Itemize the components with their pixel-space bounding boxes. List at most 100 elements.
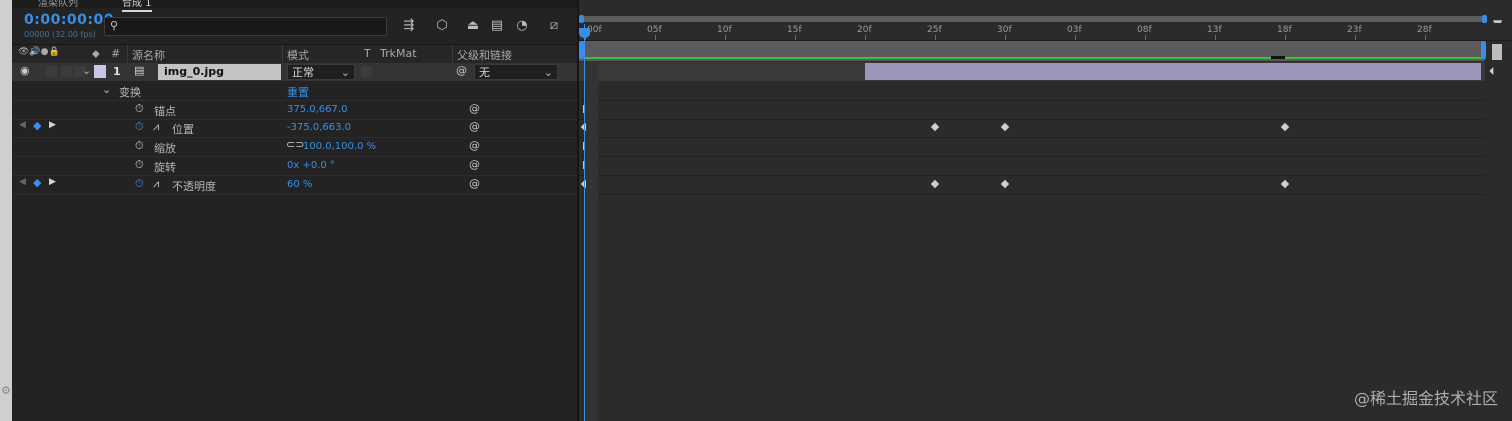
- pick-whip-icon[interactable]: @: [469, 120, 480, 133]
- tab-composition[interactable]: 合成 1: [122, 0, 152, 12]
- stopwatch-icon[interactable]: ⏱: [135, 177, 144, 191]
- transform-reset-link[interactable]: 重置: [287, 84, 309, 100]
- pick-whip-icon[interactable]: @: [456, 64, 467, 77]
- work-area-start-handle[interactable]: [579, 15, 584, 23]
- pick-whip-icon[interactable]: @: [469, 102, 480, 115]
- timeline-row-position: [579, 119, 1485, 138]
- property-name: 缩放: [154, 142, 176, 155]
- column-trkmat[interactable]: TrkMat: [380, 47, 417, 60]
- blend-mode-select[interactable]: 正常 ⌄: [287, 64, 355, 80]
- keyframe[interactable]: [1000, 179, 1010, 189]
- keyframe[interactable]: [930, 179, 940, 189]
- property-value[interactable]: 375.0,667.0: [287, 104, 347, 115]
- prev-keyframe-icon[interactable]: ◀: [19, 120, 26, 130]
- navigator-end-handle[interactable]: [1481, 41, 1486, 59]
- column-parent[interactable]: 父级和链接: [457, 47, 512, 63]
- transform-label: 变换: [119, 86, 141, 99]
- property-value[interactable]: -375.0,663.0: [287, 122, 351, 133]
- pick-whip-icon[interactable]: @: [469, 158, 480, 171]
- tab-bar: 渲染队列 合成 1: [12, 0, 577, 12]
- add-keyframe-icon[interactable]: ◆: [33, 176, 41, 189]
- stopwatch-icon[interactable]: ⏱: [135, 139, 144, 153]
- timeline-row-anchor: I: [579, 101, 1485, 120]
- layer-name[interactable]: img_0.jpg: [158, 64, 281, 80]
- layer-row[interactable]: ◉ ⌄ 1 ▤ img_0.jpg 正常 ⌄ @ 无 ⌄: [12, 63, 577, 81]
- prev-keyframe-icon[interactable]: ◀: [19, 177, 26, 187]
- layer-duration-bar[interactable]: [865, 63, 1481, 80]
- label-icon: ⬥: [92, 47, 100, 60]
- graph-icon[interactable]: ⩘: [153, 177, 159, 191]
- label-color-swatch[interactable]: [94, 65, 106, 78]
- work-area-track[interactable]: [582, 16, 1485, 22]
- keyframe[interactable]: [1280, 122, 1290, 132]
- current-time-display[interactable]: 0:00:00:00: [24, 12, 114, 28]
- column-t: T: [364, 47, 371, 60]
- chevron-down-icon: ⌄: [340, 66, 350, 79]
- ruler-tick-label: 20f: [857, 25, 872, 35]
- ruler-tick-mark: [1425, 35, 1426, 40]
- property-value[interactable]: 60 %: [287, 179, 312, 190]
- frame-blending-icon[interactable]: ▤: [486, 17, 508, 35]
- shy-layers-icon[interactable]: ⏏: [462, 17, 484, 35]
- expand-chevron-icon[interactable]: ⌄: [102, 83, 111, 96]
- render-cache-bar: [584, 57, 1483, 59]
- stopwatch-icon[interactable]: ⏱: [135, 120, 144, 134]
- window-left-edge: ⚙: [0, 0, 12, 421]
- layer-panel: 渲染队列 合成 1 0:00:00:00 00000 (32.00 fps) ⚲…: [12, 0, 577, 421]
- ruler-tick-label: 03f: [1067, 25, 1082, 35]
- timeline-row-transform: [579, 82, 1485, 101]
- ruler-tick-mark: [795, 35, 796, 40]
- property-value[interactable]: 100.0,100.0 %: [303, 141, 376, 152]
- add-keyframe-icon[interactable]: ◆: [33, 119, 41, 132]
- keyframe[interactable]: [930, 122, 940, 132]
- column-mode[interactable]: 模式: [287, 47, 309, 63]
- next-keyframe-icon[interactable]: ▶: [49, 177, 56, 187]
- search-input[interactable]: ⚲: [104, 17, 387, 36]
- zoom-slider-handle[interactable]: [1492, 44, 1502, 60]
- graph-icon[interactable]: ⩘: [153, 120, 159, 134]
- av-features-header: 👁🔊●🔒: [18, 47, 60, 57]
- property-name: 锚点: [154, 105, 176, 118]
- tab-render-queue[interactable]: 渲染队列: [38, 0, 78, 9]
- work-area-bar[interactable]: [579, 13, 1487, 23]
- motion-blur-icon[interactable]: ◔: [511, 17, 533, 35]
- property-row-anchor: ⏱ 锚点 375.0,667.0 @: [12, 101, 577, 120]
- stopwatch-icon[interactable]: ⏱: [135, 102, 144, 116]
- trkmat-toggle[interactable]: [361, 66, 372, 77]
- pick-whip-icon[interactable]: @: [469, 177, 480, 190]
- work-area-end-handle[interactable]: [1482, 15, 1487, 23]
- solo-toggle[interactable]: [61, 66, 72, 77]
- frame-rate-readout: 00000 (32.00 fps): [24, 30, 96, 39]
- stopwatch-icon[interactable]: ⏱: [135, 158, 144, 172]
- ruler-tick-mark: [935, 35, 936, 40]
- ruler-tick-mark: [1075, 35, 1076, 40]
- playhead-line[interactable]: [584, 24, 585, 421]
- parent-select[interactable]: 无 ⌄: [474, 64, 558, 80]
- draft-3d-icon[interactable]: ⬡: [431, 17, 453, 35]
- constrain-proportions-icon[interactable]: ⊂⊃: [286, 138, 304, 151]
- ruler-tick-mark: [725, 35, 726, 40]
- property-name: 旋转: [154, 161, 176, 174]
- layer-out-marker-icon[interactable]: ⏴: [1489, 65, 1495, 79]
- pick-whip-icon[interactable]: @: [469, 139, 480, 152]
- time-navigator[interactable]: [579, 41, 1486, 61]
- property-row-position: ◀ ◆ ▶ ⏱ ⩘ 位置 -375.0,663.0 @: [12, 119, 577, 138]
- visibility-eye-icon[interactable]: ◉: [20, 64, 30, 77]
- keyframe[interactable]: [1000, 122, 1010, 132]
- ruler-tick-label: 15f: [787, 25, 802, 35]
- audio-toggle[interactable]: [46, 66, 57, 77]
- comp-mini-flowchart-icon[interactable]: ⇶: [398, 17, 420, 35]
- time-ruler[interactable]: 00f 05f 10f 15f 20f 25f 30f 03f 08f 13f 18f 23f 28f: [579, 23, 1512, 41]
- next-keyframe-icon[interactable]: ▶: [49, 120, 56, 130]
- property-value[interactable]: 0x +0.0 °: [287, 160, 335, 171]
- playhead-handle[interactable]: [579, 28, 590, 38]
- expand-chevron-icon[interactable]: ⌄: [82, 64, 91, 77]
- graph-editor-icon[interactable]: ⧄: [543, 17, 565, 35]
- column-source-name[interactable]: 源名称: [132, 47, 165, 63]
- ruler-tick-label: 08f: [1137, 25, 1152, 35]
- transform-group-row[interactable]: ⌄ 变换 重置: [12, 82, 577, 101]
- keyframe[interactable]: [1280, 179, 1290, 189]
- search-icon: ⚲: [110, 19, 119, 32]
- property-row-rotation: ⏱ 旋转 0x +0.0 ° @: [12, 157, 577, 176]
- watermark: @稀土掘金技术社区: [1353, 389, 1498, 408]
